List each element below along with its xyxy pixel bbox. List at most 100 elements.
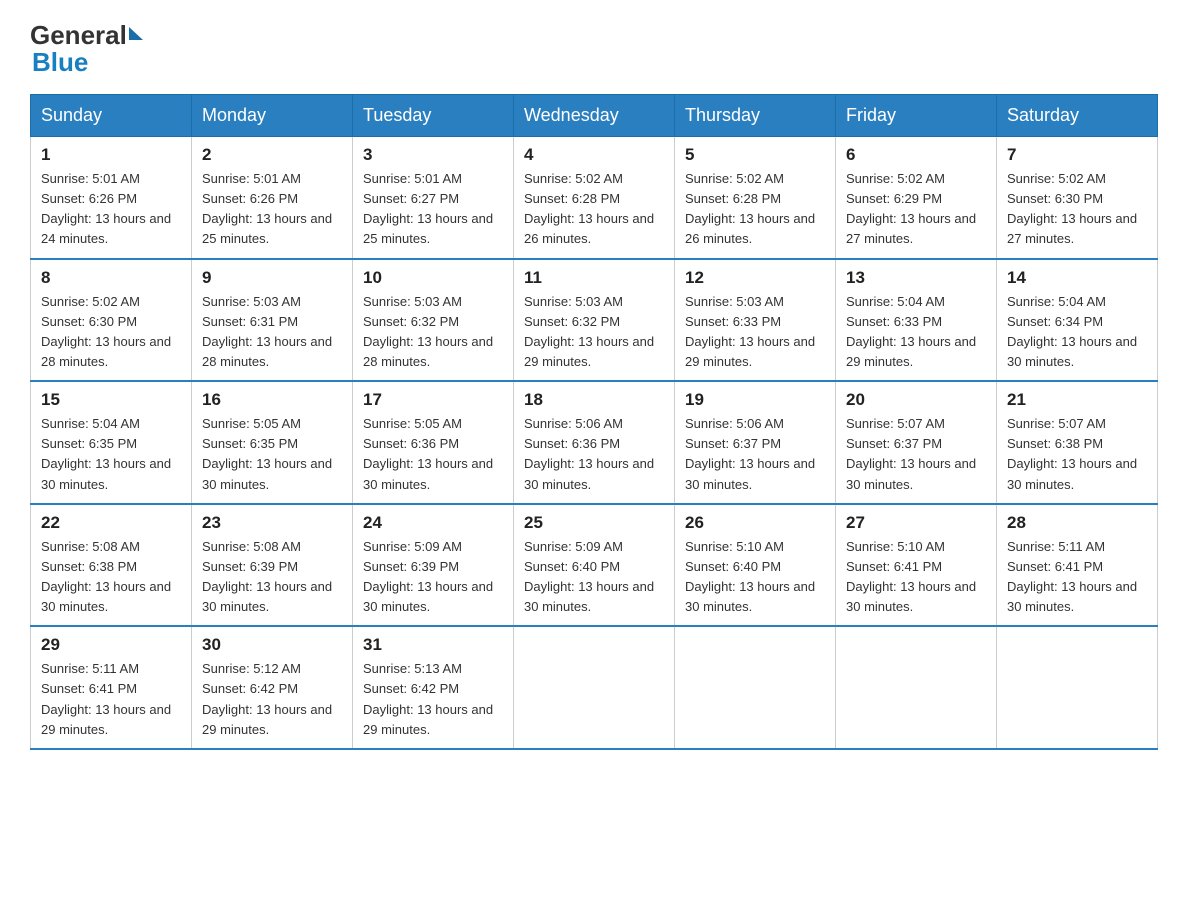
calendar-cell: 1 Sunrise: 5:01 AMSunset: 6:26 PMDaylight…: [31, 137, 192, 259]
logo: General Blue: [30, 20, 143, 78]
day-number: 31: [363, 635, 503, 655]
page-header: General Blue: [30, 20, 1158, 78]
day-info: Sunrise: 5:12 AMSunset: 6:42 PMDaylight:…: [202, 661, 332, 736]
day-number: 8: [41, 268, 181, 288]
day-number: 19: [685, 390, 825, 410]
day-info: Sunrise: 5:10 AMSunset: 6:40 PMDaylight:…: [685, 539, 815, 614]
day-number: 21: [1007, 390, 1147, 410]
calendar-cell: 31 Sunrise: 5:13 AMSunset: 6:42 PMDayligh…: [353, 626, 514, 749]
day-info: Sunrise: 5:03 AMSunset: 6:33 PMDaylight:…: [685, 294, 815, 369]
calendar-cell: 25 Sunrise: 5:09 AMSunset: 6:40 PMDayligh…: [514, 504, 675, 627]
day-number: 17: [363, 390, 503, 410]
day-number: 24: [363, 513, 503, 533]
calendar-cell: 8 Sunrise: 5:02 AMSunset: 6:30 PMDaylight…: [31, 259, 192, 382]
calendar-cell: 15 Sunrise: 5:04 AMSunset: 6:35 PMDayligh…: [31, 381, 192, 504]
day-info: Sunrise: 5:11 AMSunset: 6:41 PMDaylight:…: [41, 661, 171, 736]
day-number: 29: [41, 635, 181, 655]
day-number: 11: [524, 268, 664, 288]
day-number: 6: [846, 145, 986, 165]
day-number: 12: [685, 268, 825, 288]
calendar-cell: 7 Sunrise: 5:02 AMSunset: 6:30 PMDaylight…: [997, 137, 1158, 259]
day-info: Sunrise: 5:11 AMSunset: 6:41 PMDaylight:…: [1007, 539, 1137, 614]
calendar-cell: 13 Sunrise: 5:04 AMSunset: 6:33 PMDayligh…: [836, 259, 997, 382]
calendar-cell: 23 Sunrise: 5:08 AMSunset: 6:39 PMDayligh…: [192, 504, 353, 627]
calendar-cell: [675, 626, 836, 749]
weekday-header-saturday: Saturday: [997, 95, 1158, 137]
calendar-cell: 3Sunrise: 5:01 AMSunset: 6:27 PMDaylight…: [353, 137, 514, 259]
calendar-cell: 12 Sunrise: 5:03 AMSunset: 6:33 PMDayligh…: [675, 259, 836, 382]
day-info: Sunrise: 5:13 AMSunset: 6:42 PMDaylight:…: [363, 661, 493, 736]
calendar-cell: 22 Sunrise: 5:08 AMSunset: 6:38 PMDayligh…: [31, 504, 192, 627]
day-info: Sunrise: 5:02 AMSunset: 6:28 PMDaylight:…: [685, 171, 815, 246]
calendar-cell: 17 Sunrise: 5:05 AMSunset: 6:36 PMDayligh…: [353, 381, 514, 504]
calendar-cell: 21 Sunrise: 5:07 AMSunset: 6:38 PMDayligh…: [997, 381, 1158, 504]
day-number: 3: [363, 145, 503, 165]
calendar-cell: 2Sunrise: 5:01 AMSunset: 6:26 PMDaylight…: [192, 137, 353, 259]
day-info: Sunrise: 5:09 AMSunset: 6:40 PMDaylight:…: [524, 539, 654, 614]
calendar-cell: [836, 626, 997, 749]
day-info: Sunrise: 5:08 AMSunset: 6:39 PMDaylight:…: [202, 539, 332, 614]
day-info: Sunrise: 5:07 AMSunset: 6:37 PMDaylight:…: [846, 416, 976, 491]
day-number: 10: [363, 268, 503, 288]
day-number: 15: [41, 390, 181, 410]
weekday-header-thursday: Thursday: [675, 95, 836, 137]
day-info: Sunrise: 5:08 AMSunset: 6:38 PMDaylight:…: [41, 539, 171, 614]
day-number: 27: [846, 513, 986, 533]
day-number: 7: [1007, 145, 1147, 165]
day-number: 4: [524, 145, 664, 165]
day-number: 20: [846, 390, 986, 410]
day-info: Sunrise: 5:06 AMSunset: 6:36 PMDaylight:…: [524, 416, 654, 491]
day-info: Sunrise: 5:05 AMSunset: 6:36 PMDaylight:…: [363, 416, 493, 491]
calendar-cell: 6 Sunrise: 5:02 AMSunset: 6:29 PMDaylight…: [836, 137, 997, 259]
day-info: Sunrise: 5:02 AMSunset: 6:29 PMDaylight:…: [846, 171, 976, 246]
week-row-5: 29 Sunrise: 5:11 AMSunset: 6:41 PMDayligh…: [31, 626, 1158, 749]
day-info: Sunrise: 5:02 AMSunset: 6:30 PMDaylight:…: [41, 294, 171, 369]
day-info: Sunrise: 5:04 AMSunset: 6:35 PMDaylight:…: [41, 416, 171, 491]
day-number: 16: [202, 390, 342, 410]
calendar-cell: 30 Sunrise: 5:12 AMSunset: 6:42 PMDayligh…: [192, 626, 353, 749]
day-info: Sunrise: 5:07 AMSunset: 6:38 PMDaylight:…: [1007, 416, 1137, 491]
calendar-cell: 16 Sunrise: 5:05 AMSunset: 6:35 PMDayligh…: [192, 381, 353, 504]
day-number: 13: [846, 268, 986, 288]
calendar-cell: 4 Sunrise: 5:02 AMSunset: 6:28 PMDaylight…: [514, 137, 675, 259]
day-info: Sunrise: 5:02 AMSunset: 6:30 PMDaylight:…: [1007, 171, 1137, 246]
day-number: 2: [202, 145, 342, 165]
logo-arrow-icon: [129, 27, 143, 40]
day-number: 14: [1007, 268, 1147, 288]
week-row-1: 1 Sunrise: 5:01 AMSunset: 6:26 PMDaylight…: [31, 137, 1158, 259]
week-row-2: 8 Sunrise: 5:02 AMSunset: 6:30 PMDaylight…: [31, 259, 1158, 382]
day-info: Sunrise: 5:06 AMSunset: 6:37 PMDaylight:…: [685, 416, 815, 491]
calendar-cell: 11 Sunrise: 5:03 AMSunset: 6:32 PMDayligh…: [514, 259, 675, 382]
day-number: 1: [41, 145, 181, 165]
calendar-cell: 26 Sunrise: 5:10 AMSunset: 6:40 PMDayligh…: [675, 504, 836, 627]
day-info: Sunrise: 5:03 AMSunset: 6:31 PMDaylight:…: [202, 294, 332, 369]
calendar-cell: 19 Sunrise: 5:06 AMSunset: 6:37 PMDayligh…: [675, 381, 836, 504]
weekday-header-tuesday: Tuesday: [353, 95, 514, 137]
day-info: Sunrise: 5:10 AMSunset: 6:41 PMDaylight:…: [846, 539, 976, 614]
calendar-table: SundayMondayTuesdayWednesdayThursdayFrid…: [30, 94, 1158, 750]
day-info: Sunrise: 5:04 AMSunset: 6:33 PMDaylight:…: [846, 294, 976, 369]
calendar-cell: 20 Sunrise: 5:07 AMSunset: 6:37 PMDayligh…: [836, 381, 997, 504]
day-number: 23: [202, 513, 342, 533]
logo-blue-text: Blue: [32, 47, 143, 78]
day-number: 18: [524, 390, 664, 410]
day-number: 28: [1007, 513, 1147, 533]
week-row-4: 22 Sunrise: 5:08 AMSunset: 6:38 PMDayligh…: [31, 504, 1158, 627]
day-info: Sunrise: 5:03 AMSunset: 6:32 PMDaylight:…: [524, 294, 654, 369]
calendar-cell: 14Sunrise: 5:04 AMSunset: 6:34 PMDayligh…: [997, 259, 1158, 382]
weekday-header-sunday: Sunday: [31, 95, 192, 137]
day-number: 30: [202, 635, 342, 655]
calendar-cell: 9Sunrise: 5:03 AMSunset: 6:31 PMDaylight…: [192, 259, 353, 382]
day-number: 26: [685, 513, 825, 533]
day-number: 25: [524, 513, 664, 533]
calendar-cell: 27 Sunrise: 5:10 AMSunset: 6:41 PMDayligh…: [836, 504, 997, 627]
calendar-cell: [514, 626, 675, 749]
calendar-cell: 18 Sunrise: 5:06 AMSunset: 6:36 PMDayligh…: [514, 381, 675, 504]
day-info: Sunrise: 5:02 AMSunset: 6:28 PMDaylight:…: [524, 171, 654, 246]
calendar-cell: 5Sunrise: 5:02 AMSunset: 6:28 PMDaylight…: [675, 137, 836, 259]
calendar-cell: 10 Sunrise: 5:03 AMSunset: 6:32 PMDayligh…: [353, 259, 514, 382]
day-info: Sunrise: 5:01 AMSunset: 6:26 PMDaylight:…: [41, 171, 171, 246]
day-info: Sunrise: 5:05 AMSunset: 6:35 PMDaylight:…: [202, 416, 332, 491]
day-number: 22: [41, 513, 181, 533]
day-info: Sunrise: 5:03 AMSunset: 6:32 PMDaylight:…: [363, 294, 493, 369]
